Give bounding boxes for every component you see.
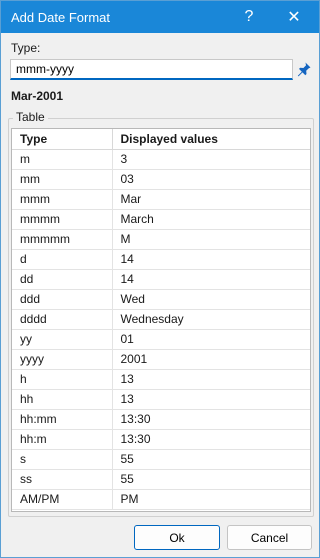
displayed-value-cell: Wednesday (112, 309, 310, 330)
pin-button[interactable] (294, 59, 314, 79)
displayed-value-cell: 55 (112, 469, 310, 490)
title-bar[interactable]: Add Date Format ? ✕ (1, 1, 319, 33)
type-cell: yy (12, 329, 113, 350)
displayed-value-cell: 14 (112, 249, 310, 270)
type-cell: ddd (12, 289, 113, 310)
displayed-value-cell: 3 (112, 149, 310, 170)
table-row[interactable]: mmmm March (12, 209, 310, 230)
displayed-value-cell: 13 (112, 389, 310, 410)
table-row[interactable]: d 14 (12, 249, 310, 270)
dialog-title: Add Date Format (11, 10, 110, 25)
displayed-value-cell: M (112, 229, 310, 250)
displayed-value-cell: 55 (112, 449, 310, 470)
type-cell: d (12, 249, 113, 270)
table-row[interactable]: dddd Wednesday (12, 309, 310, 330)
column-header-type[interactable]: Type (12, 129, 113, 150)
type-cell: yyyy (12, 349, 113, 370)
help-button[interactable]: ? (229, 1, 269, 33)
type-cell: dd (12, 269, 113, 290)
pin-icon (297, 62, 311, 77)
type-cell: AM/PM (12, 489, 113, 510)
displayed-value-cell: Mar (112, 189, 310, 210)
table-row[interactable]: hh:m 13:30 (12, 429, 310, 450)
type-cell: s (12, 449, 113, 470)
type-label: Type: (11, 41, 41, 55)
displayed-value-cell: 13:30 (112, 429, 310, 450)
type-cell: mmmm (12, 209, 113, 230)
displayed-value-cell: 13 (112, 369, 310, 390)
table-row[interactable]: m3 (12, 149, 310, 170)
type-cell: dddd (12, 309, 113, 330)
close-icon: ✕ (287, 9, 301, 26)
displayed-value-cell: Wed (112, 289, 310, 310)
table-header-row: Type Displayed values (12, 129, 310, 150)
table-body: m 3 mm 03 mmm Mar mmmm March mmmmm Md 14 dd 14 ddd Wed… (12, 149, 310, 510)
table-row[interactable]: s 55 (12, 449, 310, 470)
displayed-value-cell: March (112, 209, 310, 230)
format-table-grid: Type Displayed values m 3 mm 03 mmm Mar mmmm Ma… (12, 129, 310, 510)
displayed-value-cell: 2001 (112, 349, 310, 370)
table-row[interactable]: mmm Mar (12, 189, 310, 210)
displayed-value-cell: 14 (112, 269, 310, 290)
table-row[interactable]: yyyy 2001 (12, 349, 310, 370)
format-preview: Mar-2001 (11, 89, 64, 103)
type-cell: hh:mm (12, 409, 113, 430)
cancel-button[interactable]: Cancel (227, 525, 312, 550)
table-row[interactable]: mmmmm M (12, 229, 310, 250)
displayed-value-cell: 03 (112, 169, 310, 190)
type-cell: mmm (12, 189, 113, 210)
ok-button[interactable]: Ok (134, 525, 220, 550)
table-row[interactable]: h 13 (12, 369, 310, 390)
type-cell: h (12, 369, 113, 390)
table-row[interactable]: AM/PM PM (12, 489, 310, 510)
table-row[interactable]: ddd Wed (12, 289, 310, 310)
format-table[interactable]: Type Displayed values m 3 mm 03 mmm Mar mmmm Ma… (11, 128, 311, 512)
displayed-value-cell: 01 (112, 329, 310, 350)
type-cell: ss (12, 469, 113, 490)
type-cell: mm (12, 169, 113, 190)
column-header-displayed-values[interactable]: Displayed values (112, 129, 310, 150)
type-cell: hh (12, 389, 113, 410)
type-cell: mmmmm (12, 229, 113, 250)
type-cell: m (12, 149, 113, 170)
table-row[interactable]: hh 13 (12, 389, 310, 410)
table-row[interactable]: dd 14 (12, 269, 310, 290)
table-row[interactable]: hh:mm 13:30 (12, 409, 310, 430)
displayed-value-cell: 13:30 (112, 409, 310, 430)
table-row[interactable]: yy 01 (12, 329, 310, 350)
table-group-label: Table (13, 110, 48, 124)
add-date-format-dialog: Add Date Format ? ✕ Type: Mar-2001 Table… (0, 0, 320, 558)
table-row[interactable]: ss 55 (12, 469, 310, 490)
type-input[interactable] (10, 59, 293, 80)
close-button[interactable]: ✕ (274, 1, 314, 33)
displayed-value-cell: PM (112, 489, 310, 510)
table-row[interactable]: mm 03 (12, 169, 310, 190)
help-icon: ? (244, 8, 254, 25)
type-cell: hh:m (12, 429, 113, 450)
